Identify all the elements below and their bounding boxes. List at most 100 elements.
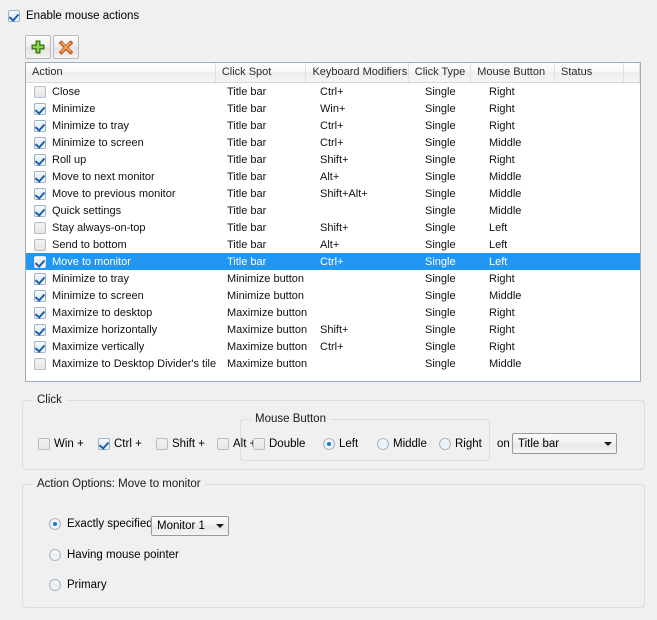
row-enabled-checkbox[interactable] (34, 136, 46, 149)
table-row[interactable]: Maximize vertically Maximize button Ctrl+ S… (26, 338, 640, 355)
table-row[interactable]: Maximize horizontally Maximize button Shif… (26, 321, 640, 338)
cell-action: Maximize horizontally (26, 323, 221, 336)
table-row[interactable]: Quick settings Title bar Single Middle (26, 202, 640, 219)
modifier-ctrl-checkbox[interactable] (98, 438, 110, 450)
row-enabled-checkbox[interactable] (34, 85, 46, 98)
cell-type: Single (425, 204, 456, 217)
cell-type: Single (425, 306, 456, 319)
row-action-label: Maximize to desktop (52, 306, 153, 319)
column-header-keyboard-modifiers[interactable]: Keyboard Modifiers (306, 63, 409, 82)
row-enabled-checkbox[interactable] (34, 119, 46, 132)
table-row[interactable]: Move to previous monitor Title bar Shift+A… (26, 185, 640, 202)
modifier-shift-checkbox[interactable] (156, 438, 168, 450)
cell-mods: Ctrl+ (320, 255, 344, 268)
option-exactly-specified[interactable]: Exactly specified (49, 518, 153, 530)
cell-spot: Title bar (227, 187, 267, 200)
option-primary-radio[interactable] (49, 579, 61, 591)
table-row[interactable]: Move to next monitor Title bar Alt+ Single M… (26, 168, 640, 185)
option-exactly-specified-radio[interactable] (49, 518, 61, 530)
cell-mods: Win+ (320, 102, 346, 115)
cell-spot: Title bar (227, 204, 267, 217)
row-enabled-checkbox[interactable] (34, 204, 46, 217)
modifier-alt-checkbox[interactable] (217, 438, 229, 450)
enable-mouse-actions-checkbox[interactable] (8, 10, 20, 22)
cell-mods: Alt+ (320, 238, 340, 251)
column-header-action[interactable]: Action (26, 63, 216, 82)
table-row[interactable]: Stay always-on-top Title bar Shift+ Single L… (26, 219, 640, 236)
row-enabled-checkbox[interactable] (34, 102, 46, 115)
row-enabled-checkbox[interactable] (34, 306, 46, 319)
table-row[interactable]: Minimize to screen Minimize button Single M… (26, 287, 640, 304)
option-exactly-specified-label: Exactly specified (67, 518, 153, 530)
modifier-win-checkbox[interactable] (38, 438, 50, 450)
cell-mods: Shift+Alt+ (320, 187, 368, 200)
actions-grid[interactable]: Action Click Spot Keyboard Modifiers Cli… (25, 62, 641, 382)
enable-mouse-actions-row[interactable]: Enable mouse actions (8, 10, 139, 22)
table-row[interactable]: Minimize Title bar Win+ Single Right (26, 100, 640, 117)
column-header-click-type[interactable]: Click Type (409, 63, 472, 82)
column-header-click-spot[interactable]: Click Spot (216, 63, 307, 82)
table-row[interactable]: Close Title bar Ctrl+ Single Right (26, 83, 640, 100)
table-row[interactable]: Minimize to tray Title bar Ctrl+ Single Righ… (26, 117, 640, 134)
cell-type: Single (425, 357, 456, 370)
mouse-left-option[interactable]: Left (323, 438, 358, 450)
row-action-label: Stay always-on-top (52, 221, 146, 234)
mouse-left-radio[interactable] (323, 438, 335, 450)
option-having-mouse-pointer[interactable]: Having mouse pointer (49, 549, 179, 561)
mouse-middle-radio[interactable] (377, 438, 389, 450)
table-row[interactable]: Maximize to desktop Maximize button Single… (26, 304, 640, 321)
table-row[interactable]: Minimize to tray Minimize button Single Rig… (26, 270, 640, 287)
cell-type: Single (425, 85, 456, 98)
column-header-mouse-button[interactable]: Mouse Button (471, 63, 556, 82)
monitor-value: Monitor 1 (157, 520, 205, 532)
table-row[interactable]: Send to bottom Title bar Alt+ Single Left (26, 236, 640, 253)
cell-button: Middle (489, 204, 522, 217)
modifier-shift[interactable]: Shift + (156, 438, 205, 450)
row-enabled-checkbox[interactable] (34, 340, 46, 353)
cell-mods: Shift+ (320, 323, 349, 336)
monitor-dropdown[interactable]: Monitor 1 (151, 516, 229, 536)
cell-action: Move to monitor (26, 255, 221, 268)
cell-spot: Maximize button (227, 323, 308, 336)
mouse-double-checkbox[interactable] (253, 438, 265, 450)
mouse-right-label: Right (455, 438, 482, 450)
cell-spot: Minimize button (227, 289, 305, 302)
cell-mods: Ctrl+ (320, 85, 344, 98)
row-action-label: Roll up (52, 153, 87, 166)
mouse-double-option[interactable]: Double (253, 438, 305, 450)
modifier-win-label: Win + (54, 438, 84, 450)
row-enabled-checkbox[interactable] (34, 289, 46, 302)
click-spot-dropdown[interactable]: Title bar (512, 433, 617, 454)
modifier-ctrl[interactable]: Ctrl + (98, 438, 142, 450)
option-having-mouse-pointer-radio[interactable] (49, 549, 61, 561)
row-enabled-checkbox[interactable] (34, 357, 46, 370)
option-primary-label: Primary (67, 579, 107, 591)
modifier-win[interactable]: Win + (38, 438, 84, 450)
add-action-button[interactable] (25, 35, 51, 59)
table-row[interactable]: Maximize to Desktop Divider's tile Maximi… (26, 355, 640, 372)
mouse-middle-option[interactable]: Middle (377, 438, 427, 450)
row-enabled-checkbox[interactable] (34, 187, 46, 200)
option-primary[interactable]: Primary (49, 579, 107, 591)
row-enabled-checkbox[interactable] (34, 238, 46, 251)
row-action-label: Minimize to tray (52, 272, 130, 285)
row-action-label: Minimize to screen (52, 289, 144, 302)
delete-action-button[interactable] (53, 35, 79, 59)
row-enabled-checkbox[interactable] (34, 272, 46, 285)
table-row[interactable]: Roll up Title bar Shift+ Single Right (26, 151, 640, 168)
mouse-right-radio[interactable] (439, 438, 451, 450)
column-header-status[interactable]: Status (555, 63, 625, 82)
row-action-label: Move to next monitor (52, 170, 155, 183)
row-enabled-checkbox[interactable] (34, 170, 46, 183)
row-enabled-checkbox[interactable] (34, 323, 46, 336)
cell-type: Single (425, 170, 456, 183)
row-enabled-checkbox[interactable] (34, 153, 46, 166)
cell-type: Single (425, 238, 456, 251)
table-row[interactable]: Move to monitor Title bar Ctrl+ Single Left (26, 253, 640, 270)
row-enabled-checkbox[interactable] (34, 255, 46, 268)
row-action-label: Minimize to screen (52, 136, 144, 149)
table-row[interactable]: Minimize to screen Title bar Ctrl+ Single Mi… (26, 134, 640, 151)
row-enabled-checkbox[interactable] (34, 221, 46, 234)
mouse-right-option[interactable]: Right (439, 438, 482, 450)
mouse-button-group-title: Mouse Button (251, 413, 330, 425)
